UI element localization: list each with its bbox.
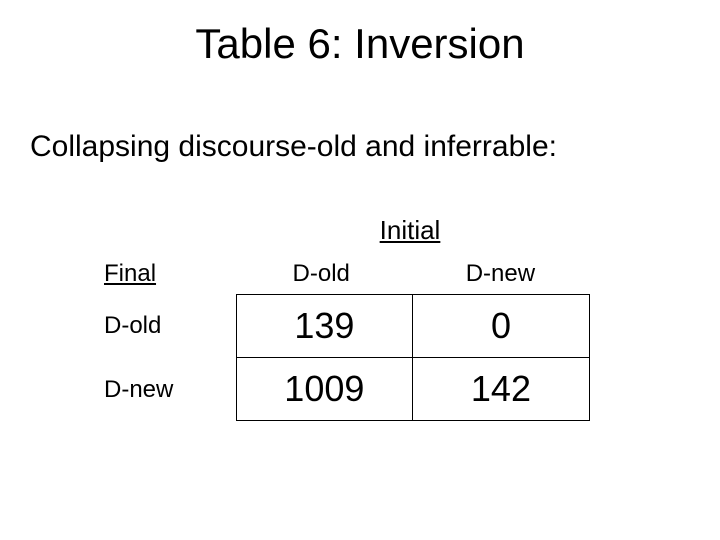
row-axis-label: Final	[100, 254, 232, 294]
cell-dold-dnew: 0	[413, 294, 590, 358]
page-title: Table 6: Inversion	[0, 20, 720, 68]
cell-dnew-dnew: 142	[413, 358, 590, 421]
col-header-d-new: D-new	[411, 254, 590, 294]
table-header-row: Final D-old D-new	[100, 254, 590, 294]
subtitle: Collapsing discourse-old and inferrable:	[30, 130, 690, 164]
row-header-d-new: D-new	[100, 370, 236, 410]
cell-dold-dold: 139	[236, 294, 413, 358]
table-row: D-old 139 0	[100, 294, 590, 358]
table-container: Initial Final D-old D-new D-old 139 0 D-…	[100, 215, 590, 421]
table-row: D-new 1009 142	[100, 358, 590, 421]
col-header-d-old: D-old	[232, 254, 411, 294]
row-header-d-old: D-old	[100, 306, 236, 346]
slide: Table 6: Inversion Collapsing discourse-…	[0, 0, 720, 540]
cell-dnew-dold: 1009	[236, 358, 413, 421]
col-axis-label: Initial	[230, 215, 590, 246]
